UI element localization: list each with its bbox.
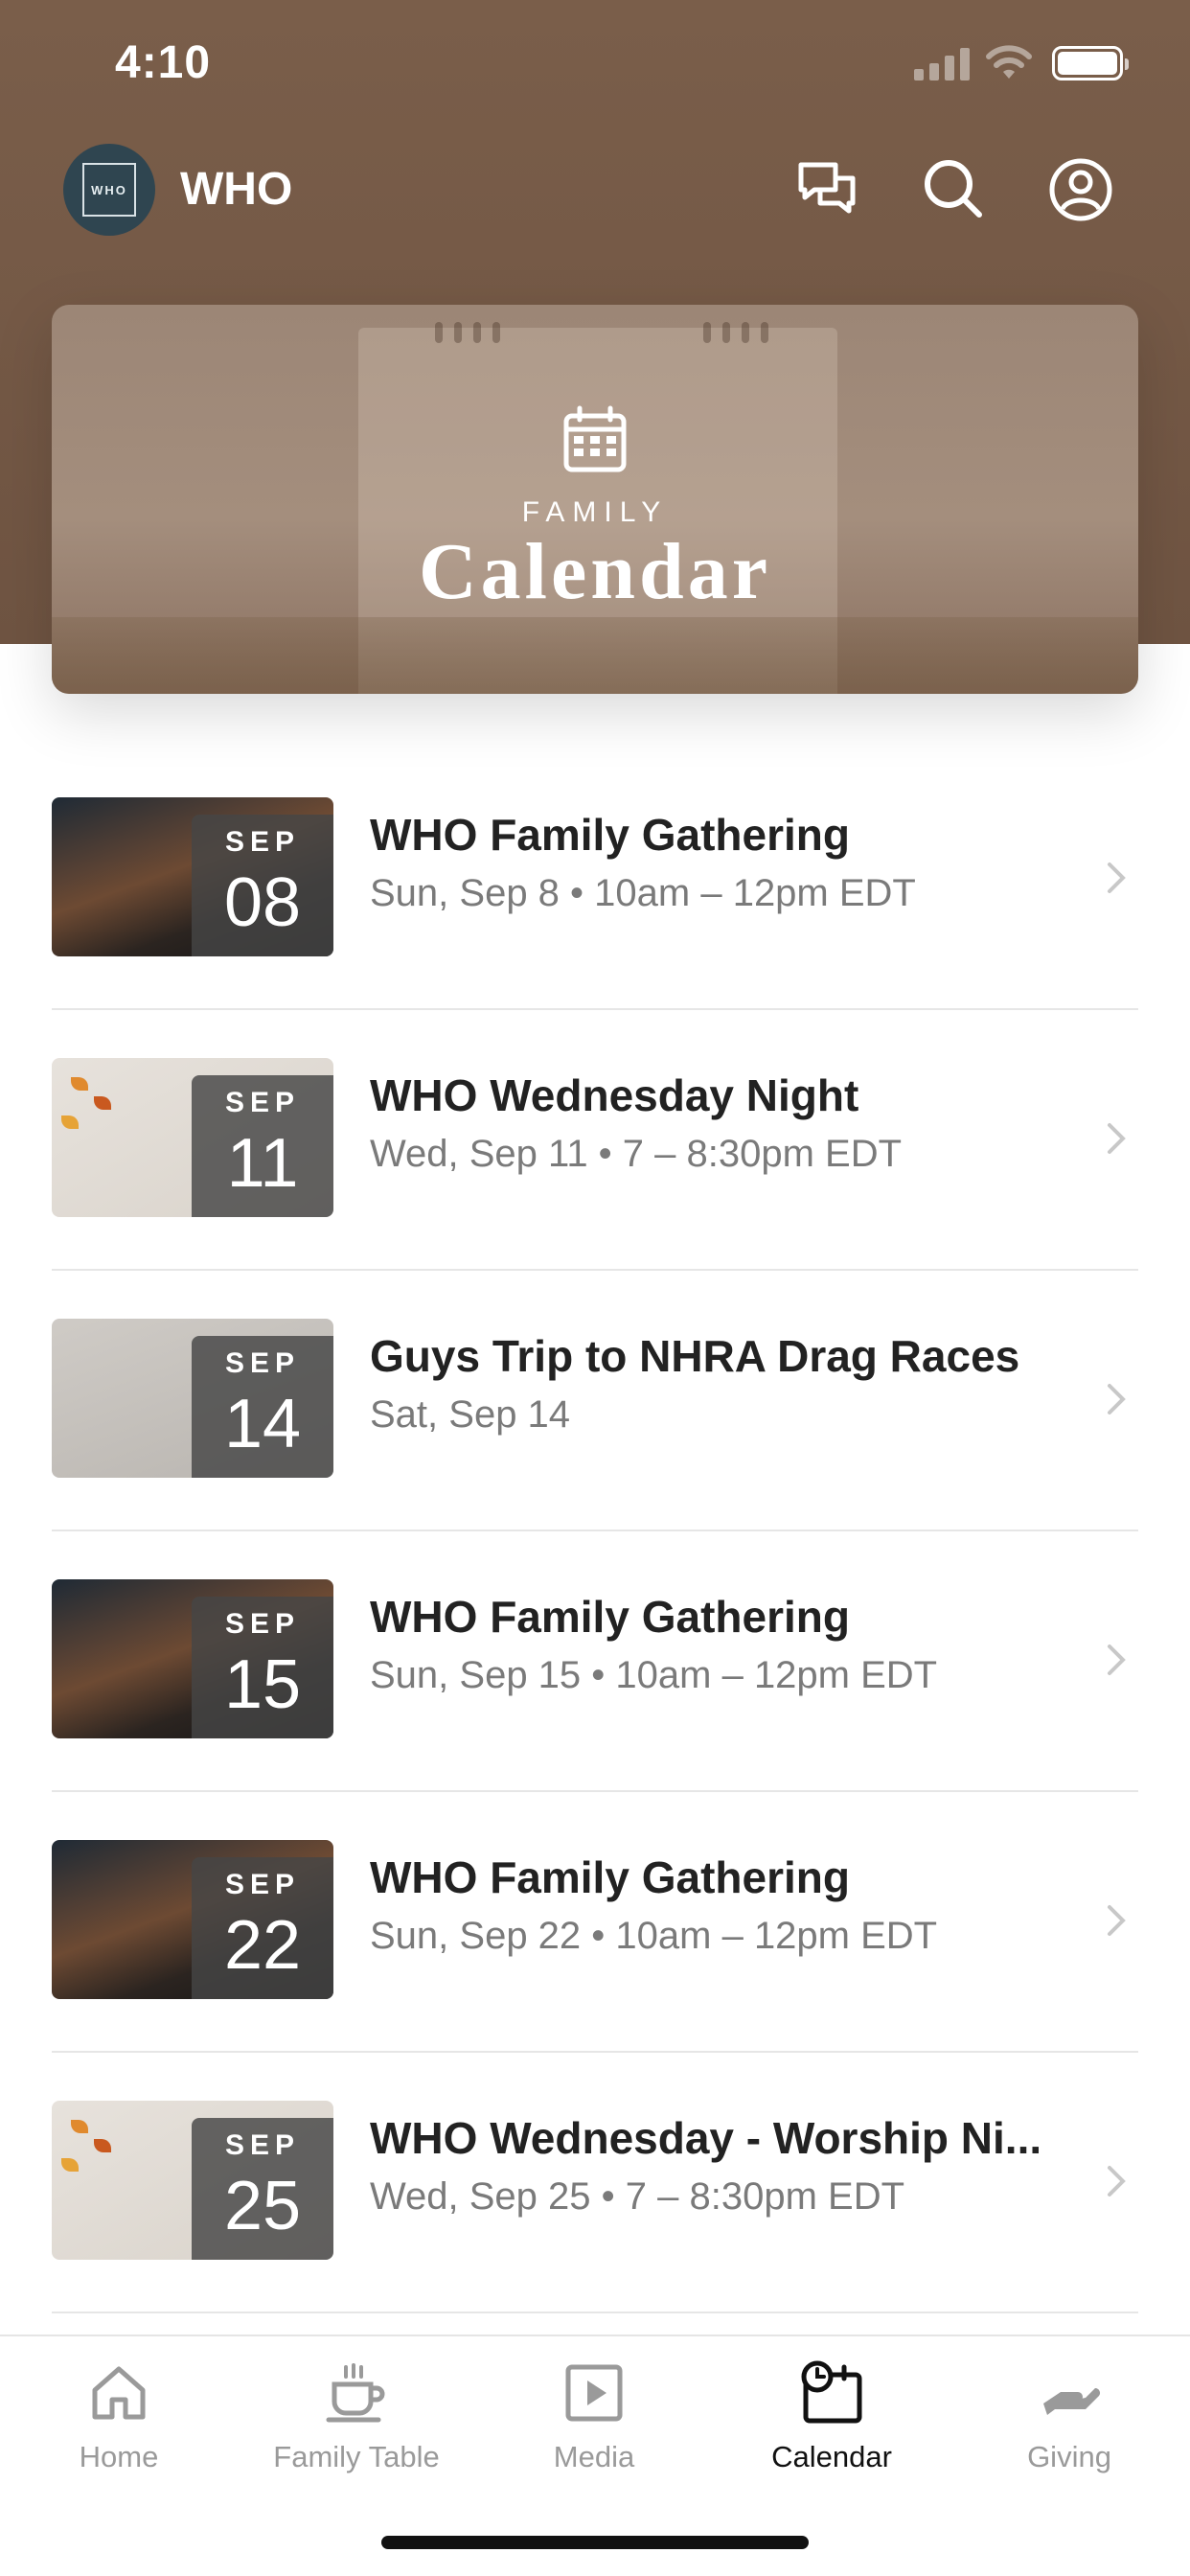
tab-label: Media <box>553 2440 635 2473</box>
event-title: WHO Wednesday Night <box>370 1070 859 1120</box>
tab-family-table[interactable]: Family Table <box>238 2359 475 2494</box>
date-day: 11 <box>226 1125 299 1202</box>
leaf-decoration <box>94 1096 111 1110</box>
event-row[interactable]: SEP 08 WHO Family Gathering Sun, Sep 8 •… <box>52 749 1138 1010</box>
event-datetime: Sat, Sep 14 <box>370 1393 571 1436</box>
leaf-decoration <box>61 2158 79 2172</box>
event-row[interactable]: SEP 25 WHO Wednesday - Worship Ni... Wed… <box>52 2053 1138 2313</box>
event-thumbnail: SEP 14 <box>52 1319 333 1478</box>
date-month: SEP <box>224 826 301 858</box>
date-badge: SEP 11 <box>192 1075 333 1217</box>
status-bar: 4:10 <box>0 0 1190 129</box>
event-datetime: Sun, Sep 15 • 10am – 12pm EDT <box>370 1654 938 1696</box>
event-datetime: Sun, Sep 22 • 10am – 12pm EDT <box>370 1915 938 1957</box>
status-time: 4:10 <box>115 37 212 88</box>
event-title: WHO Family Gathering <box>370 810 850 860</box>
date-month: SEP <box>224 2129 301 2161</box>
chat-icon[interactable] <box>791 153 864 226</box>
date-badge: SEP 08 <box>192 815 333 956</box>
chevron-right-icon <box>1108 1384 1126 1414</box>
family-calendar-banner: FAMILY Calendar <box>52 305 1138 694</box>
leaf-decoration <box>71 2120 88 2133</box>
calendar-grid-icon <box>559 404 631 477</box>
event-row[interactable]: SEP 14 Guys Trip to NHRA Drag Races Sat,… <box>52 1271 1138 1531</box>
play-icon <box>565 2364 623 2422</box>
event-datetime: Sun, Sep 8 • 10am – 12pm EDT <box>370 872 916 914</box>
leaf-decoration <box>71 1077 88 1091</box>
date-day: 14 <box>223 1386 302 1462</box>
event-thumbnail: SEP 25 <box>52 2101 333 2260</box>
date-day: 08 <box>223 864 302 941</box>
wifi-icon <box>985 44 1033 80</box>
app-name: WHO <box>180 164 293 215</box>
tab-label: Family Table <box>273 2440 440 2473</box>
chevron-right-icon <box>1108 1905 1126 1936</box>
event-thumbnail: SEP 22 <box>52 1840 333 1999</box>
banner-table-surface <box>52 617 1138 694</box>
app-logo[interactable]: WHO <box>63 144 155 236</box>
event-row[interactable]: SEP 15 WHO Family Gathering Sun, Sep 15 … <box>52 1531 1138 1792</box>
leaf-decoration <box>94 2139 111 2152</box>
profile-icon[interactable] <box>1044 153 1117 226</box>
giving-hand-icon <box>1043 2388 1100 2415</box>
tab-calendar[interactable]: Calendar <box>713 2359 950 2494</box>
tab-media[interactable]: Media <box>475 2359 713 2494</box>
date-badge: SEP 14 <box>192 1336 333 1478</box>
date-month: SEP <box>224 1608 301 1640</box>
battery-icon <box>1052 46 1129 80</box>
home-icon <box>92 2366 146 2420</box>
banner-kicker: FAMILY <box>521 496 669 528</box>
event-row[interactable]: SEP 11 WHO Wednesday Night Wed, Sep 11 •… <box>52 1010 1138 1271</box>
date-day: 25 <box>223 2168 302 2244</box>
search-icon[interactable] <box>918 153 991 226</box>
date-badge: SEP 15 <box>192 1597 333 1738</box>
leaf-decoration <box>61 1116 79 1129</box>
tab-label: Giving <box>1027 2440 1111 2473</box>
event-title: WHO Wednesday - Worship Ni... <box>370 2113 1042 2163</box>
event-row[interactable]: SEP 22 WHO Family Gathering Sun, Sep 22 … <box>52 1792 1138 2053</box>
event-title: Guys Trip to NHRA Drag Races <box>370 1331 1020 1381</box>
app-logo-text: WHO <box>82 163 136 217</box>
date-month: SEP <box>224 1347 301 1379</box>
event-thumbnail: SEP 11 <box>52 1058 333 1217</box>
date-day: 22 <box>223 1907 302 1984</box>
event-thumbnail: SEP 15 <box>52 1579 333 1738</box>
home-indicator[interactable] <box>381 2536 809 2549</box>
date-badge: SEP 25 <box>192 2118 333 2260</box>
banner-calendar-rings <box>435 322 780 351</box>
event-thumbnail: SEP 08 <box>52 797 333 956</box>
event-title: WHO Family Gathering <box>370 1852 850 1902</box>
chevron-right-icon <box>1108 1123 1126 1154</box>
chevron-right-icon <box>1108 1644 1126 1675</box>
event-datetime: Wed, Sep 25 • 7 – 8:30pm EDT <box>370 2175 905 2218</box>
cellular-signal-icon <box>914 48 970 80</box>
tab-giving[interactable]: Giving <box>950 2359 1188 2494</box>
event-title: WHO Family Gathering <box>370 1592 850 1642</box>
date-month: SEP <box>224 1087 301 1118</box>
tab-label: Home <box>79 2440 159 2473</box>
chevron-right-icon <box>1108 2166 1126 2196</box>
tab-home[interactable]: Home <box>0 2359 238 2494</box>
calendar-clock-icon <box>801 2360 862 2424</box>
coffee-cup-icon <box>326 2363 385 2423</box>
tab-label: Calendar <box>771 2440 892 2473</box>
date-month: SEP <box>224 1869 301 1900</box>
chevron-right-icon <box>1108 862 1126 893</box>
date-badge: SEP 22 <box>192 1857 333 1999</box>
banner-title: Calendar <box>419 527 771 616</box>
date-day: 15 <box>223 1646 302 1723</box>
event-datetime: Wed, Sep 11 • 7 – 8:30pm EDT <box>370 1133 903 1175</box>
